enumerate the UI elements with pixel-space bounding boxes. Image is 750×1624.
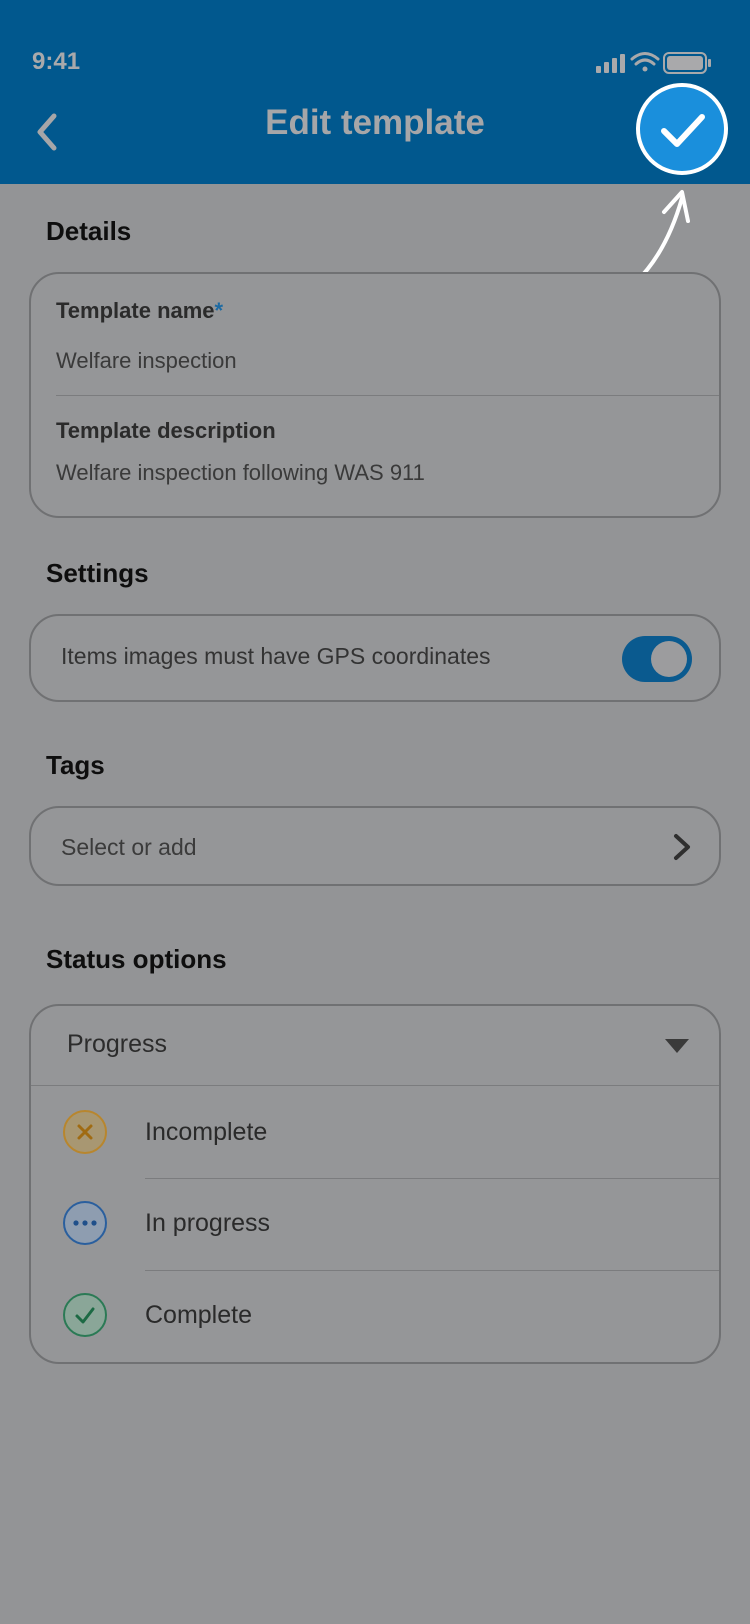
app-header: 9:41 Edit template (0, 0, 750, 184)
status-option-incomplete[interactable]: Incomplete (31, 1088, 721, 1180)
field-divider (56, 395, 719, 396)
tags-section-title: Tags (46, 750, 105, 780)
required-marker: * (214, 298, 224, 323)
status-option-label: Incomplete (145, 1118, 268, 1146)
template-description-field[interactable]: Welfare inspection following WAS 911 (56, 460, 425, 486)
status-option-complete[interactable]: Complete (31, 1271, 721, 1363)
signal-icon (596, 54, 625, 73)
progress-dropdown-label: Progress (67, 1030, 168, 1058)
save-button[interactable] (636, 83, 728, 175)
details-card: Template name* Welfare inspection Templa… (29, 272, 721, 518)
check-icon (661, 114, 705, 147)
template-name-label: Template name* (56, 298, 223, 324)
status-option-in-progress[interactable]: In progress (31, 1179, 721, 1271)
battery-icon (663, 52, 711, 74)
ellipsis-icon (63, 1201, 107, 1245)
status-icons (594, 50, 714, 76)
settings-section-title: Settings (46, 558, 149, 588)
check-icon (63, 1293, 107, 1337)
template-name-label-text: Template name (56, 298, 215, 323)
x-icon (63, 1110, 107, 1154)
tags-placeholder: Select or add (61, 834, 197, 860)
status-option-label: In progress (145, 1209, 271, 1237)
status-option-label: Complete (145, 1301, 252, 1329)
tags-selector[interactable]: Select or add (29, 806, 721, 886)
status-options-card: Progress Incomplete In progress Complete (29, 1004, 721, 1364)
template-name-field[interactable]: Welfare inspection (56, 348, 237, 374)
status-options-section-title: Status options (46, 944, 227, 974)
settings-card: Items images must have GPS coordinates (29, 614, 721, 702)
caret-down-icon (665, 1039, 689, 1053)
details-section-title: Details (46, 216, 132, 246)
progress-dropdown[interactable]: Progress (31, 1006, 721, 1084)
dropdown-divider (31, 1085, 719, 1086)
wifi-icon (630, 52, 660, 72)
template-description-label: Template description (56, 418, 276, 443)
gps-setting-label: Items images must have GPS coordinates (61, 643, 491, 669)
toggle-knob (651, 641, 687, 677)
chevron-right-icon (674, 834, 690, 860)
gps-toggle[interactable] (622, 636, 692, 682)
status-time: 9:41 (32, 48, 81, 75)
